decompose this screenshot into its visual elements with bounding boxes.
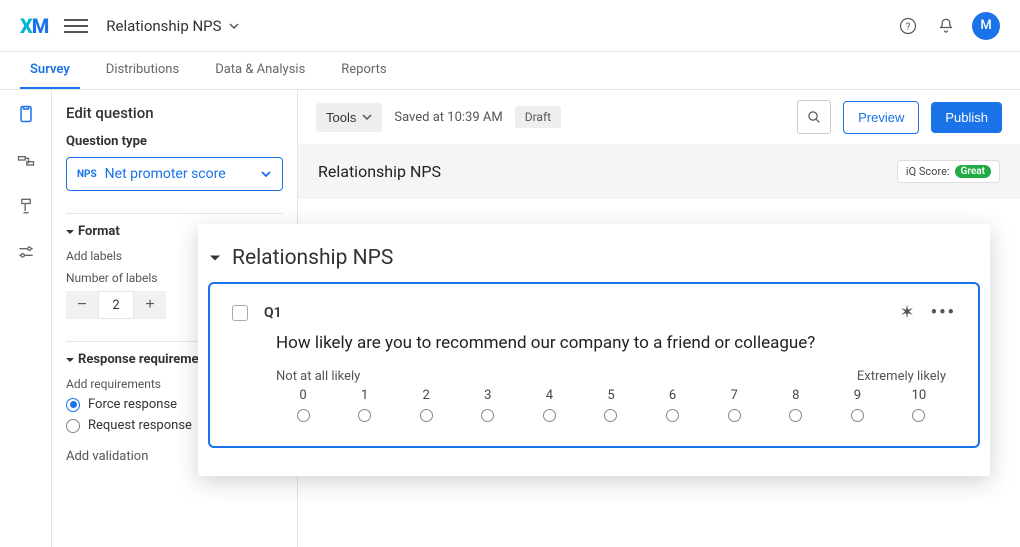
scale-number: 8: [792, 388, 799, 403]
svg-text:?: ?: [906, 21, 911, 32]
rail-options-icon[interactable]: [14, 240, 38, 264]
caret-down-icon: [66, 356, 74, 364]
scale-number: 3: [484, 388, 491, 403]
radio-icon[interactable]: [481, 409, 494, 422]
chevron-down-icon: [260, 168, 272, 180]
question-type-name: Net promoter score: [105, 166, 252, 182]
scale-option-5[interactable]: 5: [584, 388, 638, 422]
question-type-label: Question type: [66, 134, 283, 149]
radio-icon[interactable]: [297, 409, 310, 422]
top-header: XM Relationship NPS ? M: [0, 0, 1020, 52]
add-validation-label: Add validation: [66, 449, 148, 464]
radio-checked-icon: [66, 398, 80, 412]
question-type-select[interactable]: NPS Net promoter score: [66, 157, 283, 191]
format-section-label: Format: [78, 224, 120, 239]
saved-timestamp: Saved at 10:39 AM: [394, 110, 502, 125]
radio-icon[interactable]: [912, 409, 925, 422]
radio-icon[interactable]: [543, 409, 556, 422]
search-icon: [807, 110, 822, 125]
radio-icon[interactable]: [358, 409, 371, 422]
scale-number: 2: [423, 388, 430, 403]
caret-down-icon: [66, 228, 74, 236]
edit-panel-title: Edit question: [66, 104, 283, 122]
tab-distributions[interactable]: Distributions: [96, 52, 189, 89]
scale-option-1[interactable]: 1: [338, 388, 392, 422]
scale-option-4[interactable]: 4: [522, 388, 576, 422]
tab-data-analysis[interactable]: Data & Analysis: [205, 52, 315, 89]
tab-survey[interactable]: Survey: [20, 52, 80, 89]
question-number: Q1: [264, 305, 282, 321]
menu-icon[interactable]: [64, 19, 88, 33]
nps-badge: NPS: [77, 169, 97, 180]
main-tabs: Survey Distributions Data & Analysis Rep…: [0, 52, 1020, 90]
star-icon[interactable]: ✶: [900, 302, 915, 323]
logo: XM: [20, 14, 48, 38]
scale-option-6[interactable]: 6: [646, 388, 700, 422]
chevron-down-icon: [228, 20, 240, 32]
radio-icon[interactable]: [604, 409, 617, 422]
chevron-down-icon: [362, 112, 372, 122]
scale-number: 4: [546, 388, 553, 403]
response-section-label: Response requirements: [78, 352, 217, 367]
scale-option-0[interactable]: 0: [276, 388, 330, 422]
notifications-icon[interactable]: [930, 10, 962, 42]
left-rail: [0, 90, 52, 547]
scale-option-2[interactable]: 2: [399, 388, 453, 422]
scale-number: 10: [912, 388, 927, 403]
nps-scale: 0 1 2 3 4 5 6 7 8 9 10: [276, 388, 946, 422]
publish-button[interactable]: Publish: [931, 102, 1002, 133]
project-selector[interactable]: Relationship NPS: [106, 17, 239, 35]
survey-block-header: Relationship NPS iQ Score: Great: [298, 144, 1020, 199]
scale-right-label: Extremely likely: [857, 369, 946, 384]
search-button[interactable]: [797, 100, 831, 134]
iq-score-badge[interactable]: iQ Score: Great: [897, 160, 1000, 183]
avatar[interactable]: M: [972, 12, 1000, 40]
radio-unchecked-icon: [66, 419, 80, 433]
scale-number: 6: [669, 388, 676, 403]
scale-option-10[interactable]: 10: [892, 388, 946, 422]
scale-number: 0: [299, 388, 306, 403]
draft-badge: Draft: [515, 106, 561, 128]
scale-option-8[interactable]: 8: [769, 388, 823, 422]
scale-option-3[interactable]: 3: [461, 388, 515, 422]
scale-option-9[interactable]: 9: [830, 388, 884, 422]
more-icon[interactable]: •••: [931, 302, 956, 323]
radio-icon[interactable]: [420, 409, 433, 422]
radio-icon[interactable]: [789, 409, 802, 422]
preview-button[interactable]: Preview: [843, 101, 919, 134]
tools-label: Tools: [326, 110, 356, 125]
caret-down-icon[interactable]: [210, 253, 220, 263]
rail-look-feel-icon[interactable]: [14, 194, 38, 218]
rail-flow-icon[interactable]: [14, 148, 38, 172]
project-name-label: Relationship NPS: [106, 17, 221, 35]
force-response-label: Force response: [88, 397, 177, 412]
radio-icon[interactable]: [666, 409, 679, 422]
canvas-toolbar: Tools Saved at 10:39 AM Draft Preview Pu…: [298, 90, 1020, 144]
scale-number: 9: [854, 388, 861, 403]
question-overlay: Relationship NPS Q1 ✶ ••• How likely are…: [198, 224, 990, 476]
iq-score-label: iQ Score:: [906, 165, 950, 178]
survey-block-title: Relationship NPS: [318, 162, 441, 181]
question-checkbox[interactable]: [232, 305, 248, 321]
overlay-title: Relationship NPS: [232, 246, 393, 270]
scale-left-label: Not at all likely: [276, 369, 360, 384]
scale-option-7[interactable]: 7: [707, 388, 761, 422]
tab-reports[interactable]: Reports: [331, 52, 396, 89]
stepper-decrement[interactable]: −: [66, 291, 98, 319]
question-card[interactable]: Q1 ✶ ••• How likely are you to recommend…: [208, 282, 980, 448]
scale-number: 5: [607, 388, 614, 403]
radio-icon[interactable]: [851, 409, 864, 422]
stepper-value: 2: [98, 291, 134, 319]
question-text[interactable]: How likely are you to recommend our comp…: [276, 333, 956, 353]
tools-button[interactable]: Tools: [316, 103, 382, 132]
help-icon[interactable]: ?: [892, 10, 924, 42]
iq-score-value: Great: [955, 165, 991, 178]
stepper-increment[interactable]: +: [134, 291, 166, 319]
radio-icon[interactable]: [728, 409, 741, 422]
request-response-label: Request response: [88, 418, 192, 433]
rail-builder-icon[interactable]: [14, 102, 38, 126]
scale-number: 1: [361, 388, 368, 403]
scale-number: 7: [731, 388, 738, 403]
